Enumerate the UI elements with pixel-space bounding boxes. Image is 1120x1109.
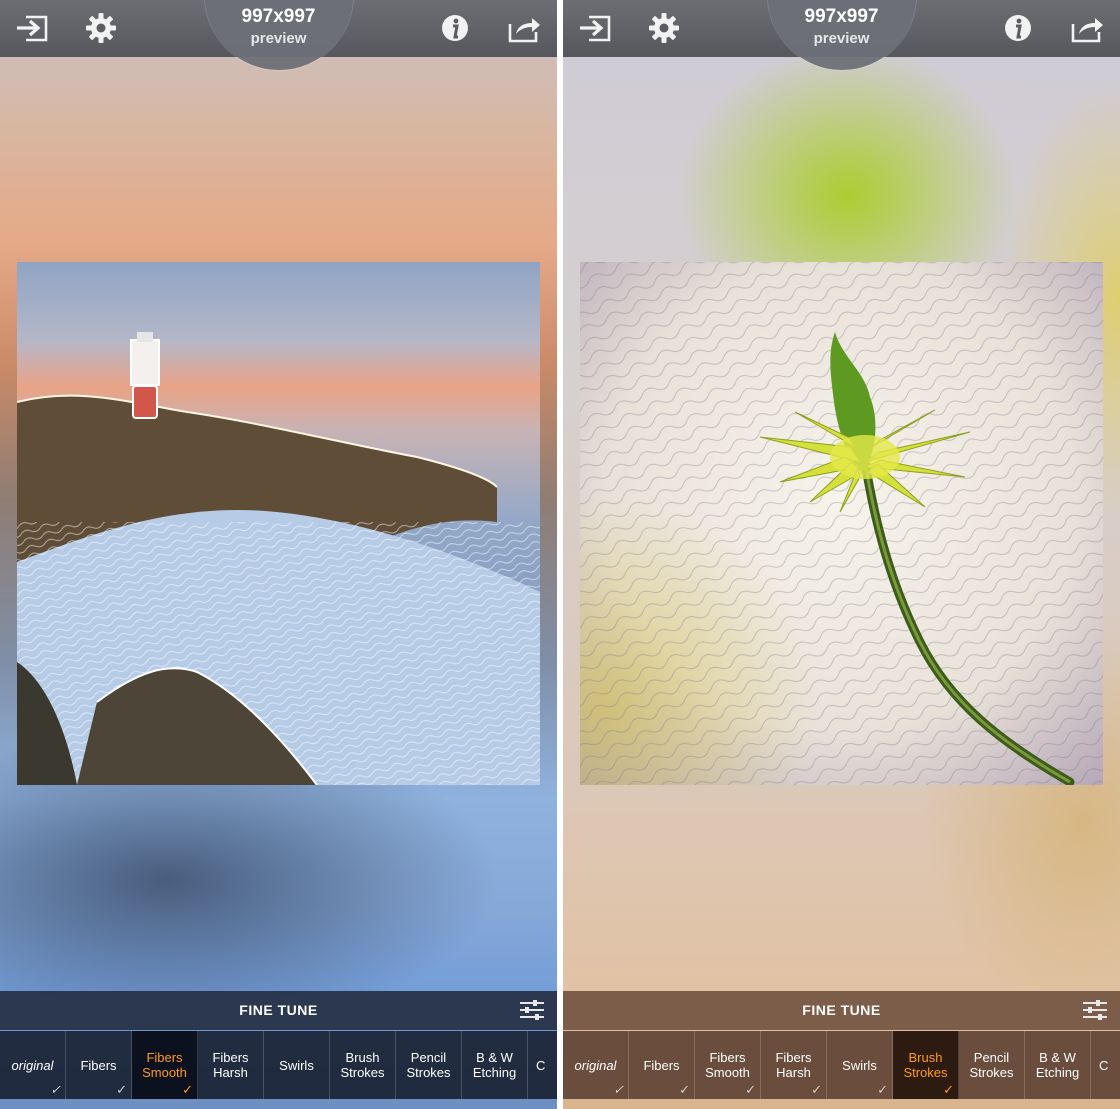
checkmark-icon: ✓ — [50, 1082, 61, 1097]
checkmark-icon: ✓ — [182, 1082, 193, 1097]
import-icon[interactable] — [577, 10, 613, 46]
filter-swirls[interactable]: Swirls ✓ — [827, 1031, 893, 1099]
preview-image-dandelion[interactable] — [580, 262, 1103, 785]
resolution-subtext: preview — [813, 30, 870, 47]
preview-image-lighthouse[interactable] — [17, 262, 540, 785]
filter-pencil-strokes[interactable]: Pencil Strokes — [959, 1031, 1025, 1099]
info-icon[interactable] — [437, 10, 473, 46]
fine-tune-label: FINE TUNE — [802, 1002, 881, 1018]
resolution-text: 997x997 — [804, 6, 879, 27]
filter-bw-etching[interactable]: B & W Etching — [462, 1031, 528, 1099]
filter-brush-strokes[interactable]: Brush Strokes ✓ — [893, 1031, 959, 1099]
filter-fibers-harsh[interactable]: Fibers Harsh ✓ — [761, 1031, 827, 1099]
sliders-icon[interactable] — [1082, 999, 1108, 1021]
filter-swirls[interactable]: Swirls — [264, 1031, 330, 1099]
share-icon[interactable] — [1069, 10, 1105, 46]
filter-fibers[interactable]: Fibers ✓ — [66, 1031, 132, 1099]
checkmark-icon: ✓ — [679, 1082, 690, 1097]
checkmark-icon: ✓ — [613, 1082, 624, 1097]
checkmark-icon: ✓ — [745, 1082, 756, 1097]
gear-icon[interactable] — [83, 10, 119, 46]
filter-fibers-smooth[interactable]: Fibers Smooth ✓ — [132, 1031, 198, 1099]
gear-icon[interactable] — [646, 10, 682, 46]
fine-tune-bar[interactable]: FINE TUNE — [563, 991, 1120, 1030]
checkmark-icon: ✓ — [877, 1082, 888, 1097]
resolution-text: 997x997 — [241, 6, 316, 27]
share-icon[interactable] — [506, 10, 542, 46]
filter-partial[interactable]: C — [1091, 1031, 1111, 1099]
top-toolbar: 997x997 preview — [0, 0, 557, 70]
filter-pencil-strokes[interactable]: Pencil Strokes — [396, 1031, 462, 1099]
bottom-strip — [0, 1099, 557, 1109]
top-toolbar: 997x997 preview — [563, 0, 1120, 70]
fine-tune-label: FINE TUNE — [239, 1002, 318, 1018]
bottom-strip — [563, 1099, 1120, 1109]
filter-bw-etching[interactable]: B & W Etching — [1025, 1031, 1091, 1099]
info-icon[interactable] — [1000, 10, 1036, 46]
left-editor-panel: 997x997 preview FINE TUNE original ✓ Fib… — [0, 0, 557, 1109]
fine-tune-bar[interactable]: FINE TUNE — [0, 991, 557, 1030]
checkmark-icon: ✓ — [116, 1082, 127, 1097]
import-icon[interactable] — [14, 10, 50, 46]
filter-strip: original ✓ Fibers ✓ Fibers Smooth ✓ Fibers … — [0, 1031, 557, 1099]
filter-partial[interactable]: C — [528, 1031, 548, 1099]
filter-original[interactable]: original ✓ — [0, 1031, 66, 1099]
filter-brush-strokes[interactable]: Brush Strokes — [330, 1031, 396, 1099]
checkmark-icon: ✓ — [943, 1082, 954, 1097]
filter-fibers-harsh[interactable]: Fibers Harsh — [198, 1031, 264, 1099]
filter-fibers[interactable]: Fibers ✓ — [629, 1031, 695, 1099]
sliders-icon[interactable] — [519, 999, 545, 1021]
filter-strip: original ✓ Fibers ✓ Fibers Smooth ✓ Fibers … — [563, 1031, 1120, 1099]
checkmark-icon: ✓ — [811, 1082, 822, 1097]
right-editor-panel: 997x997 preview FINE TUNE original ✓ Fib… — [563, 0, 1120, 1109]
resolution-subtext: preview — [250, 30, 307, 47]
filter-fibers-smooth[interactable]: Fibers Smooth ✓ — [695, 1031, 761, 1099]
filter-original[interactable]: original ✓ — [563, 1031, 629, 1099]
